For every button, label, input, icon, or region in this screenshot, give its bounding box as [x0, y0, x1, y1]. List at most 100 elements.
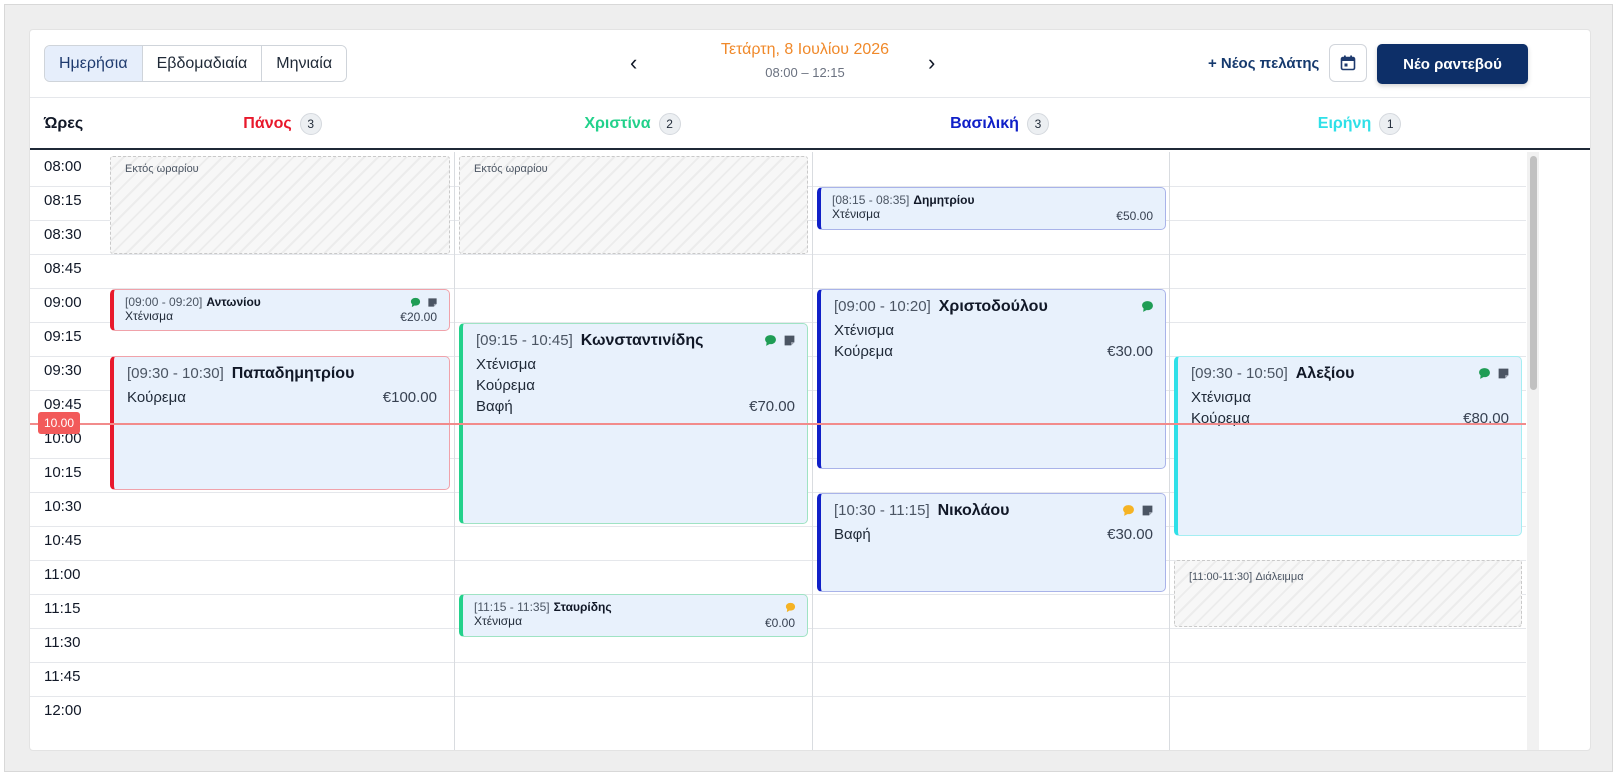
time-label: 12:00 [44, 702, 82, 719]
staff-header-xristina[interactable]: Χριστίνα 2 [454, 98, 811, 150]
chat-icon[interactable] [785, 602, 796, 613]
appointment-icons [1478, 367, 1510, 380]
appointment-card[interactable]: [10:30 - 11:15] Νικολάου Βαφή €30.00 [817, 493, 1166, 592]
appointment-icons [1122, 504, 1154, 517]
column-divider [454, 152, 455, 750]
appointment-time: [11:15 - 11:35] [474, 600, 550, 614]
chat-icon[interactable] [1478, 367, 1491, 380]
appointment-service: Κούρεμα [476, 377, 535, 394]
appointment-price: €20.00 [400, 310, 437, 324]
time-label: 09:15 [44, 328, 82, 345]
off-hours-label: Εκτός ωραρίου [474, 163, 548, 175]
appointment-count-badge: 1 [1379, 113, 1402, 135]
chat-icon[interactable] [1141, 300, 1154, 313]
break-label: [11:00-11:30] Διάλειμμα [1189, 569, 1304, 583]
appointment-time: [09:30 - 10:50] [1191, 365, 1288, 382]
staff-name: Ειρήνη [1317, 115, 1372, 132]
off-hours-block: Εκτός ωραρίου [459, 156, 808, 254]
appointment-time: [09:30 - 10:30] [127, 365, 224, 382]
appointment-service: Χτένισμα [834, 322, 895, 339]
column-divider [1169, 152, 1170, 750]
appointment-icons [764, 334, 796, 347]
time-label: 11:30 [44, 634, 81, 651]
time-label: 08:30 [44, 226, 82, 243]
appointment-price: €50.00 [1116, 209, 1153, 223]
time-label: 08:15 [44, 192, 82, 209]
appointment-card[interactable]: [09:00 - 10:20] Χριστοδούλου Χτένισμα Κού… [817, 289, 1166, 469]
time-label: 10:45 [44, 532, 82, 549]
break-block[interactable]: [11:00-11:30] Διάλειμμα [1174, 560, 1522, 627]
view-switcher: Ημερήσια Εβδομαδιαία Μηνιαία [44, 45, 348, 82]
appointment-card[interactable]: [09:00 - 09:20] Αντωνίου Χτένισμα €20.00 [110, 289, 450, 331]
appointment-client: Σταυρίδης [553, 600, 612, 614]
next-day-button[interactable]: › [928, 52, 935, 74]
appointment-price: €100.00 [382, 389, 437, 406]
appointment-service: Χτένισμα [832, 207, 881, 221]
date-range: 08:00 – 12:15 [765, 65, 845, 80]
day-grid: 08:00 08:15 08:30 08:45 09:00 09:15 09:30 09:45… [30, 152, 1590, 750]
staff-header-eirini[interactable]: Ειρήνη 1 [1181, 98, 1538, 150]
calendar-panel: Ημερήσια Εβδομαδιαία Μηνιαία ‹ Τετάρτη, … [29, 29, 1591, 751]
appointment-service: Κούρεμα [834, 343, 893, 360]
time-label: 11:45 [44, 668, 81, 685]
appointment-service: Χτένισμα [474, 614, 523, 628]
appointment-count-badge: 3 [299, 113, 322, 135]
appointment-service: Βαφή [834, 526, 871, 543]
appointment-card[interactable]: [08:15 - 08:35] Δημητρίου Χτένισμα €50.00 [817, 187, 1166, 230]
note-icon[interactable] [1497, 367, 1510, 380]
appointment-card[interactable]: [09:30 - 10:50] Αλεξίου Χτένισμα Κούρεμα … [1174, 356, 1522, 536]
note-icon[interactable] [427, 297, 438, 308]
date-picker-button[interactable] [1329, 44, 1367, 82]
appointment-price: €0.00 [764, 616, 795, 630]
appointment-service: Χτένισμα [1191, 389, 1252, 406]
appointment-client: Κωνσταντινίδης [580, 332, 704, 349]
appointment-icons [410, 297, 438, 308]
appointment-price: €70.00 [749, 398, 795, 415]
appointment-service: Χτένισμα [476, 356, 537, 373]
calendar-toolbar: Ημερήσια Εβδομαδιαία Μηνιαία ‹ Τετάρτη, … [30, 30, 1590, 98]
chat-icon[interactable] [1122, 504, 1135, 517]
chat-icon[interactable] [764, 334, 777, 347]
slot-gridline [30, 662, 1526, 663]
staff-name: Χριστίνα [584, 115, 651, 132]
break-text: Διάλειμμα [1255, 571, 1304, 583]
staff-header-row: Ώρες Πάνος 3 Χριστίνα 2 Βασιλική 3 Ειρήν… [30, 98, 1590, 150]
view-day-button[interactable]: Ημερήσια [45, 46, 143, 81]
prev-day-button[interactable]: ‹ [630, 52, 637, 74]
appointment-time: [08:15 - 08:35] [832, 193, 910, 207]
off-hours-block: Εκτός ωραρίου [110, 156, 450, 254]
break-time: [11:00-11:30] [1189, 571, 1253, 583]
time-label: 08:00 [44, 158, 82, 175]
staff-header-panos[interactable]: Πάνος 3 [104, 98, 461, 150]
appointment-icons [785, 602, 796, 613]
appointment-count-badge: 2 [658, 113, 681, 135]
scrollbar-thumb[interactable] [1530, 156, 1537, 390]
current-time-line [30, 423, 1526, 425]
appointment-price: €30.00 [1107, 343, 1153, 360]
slot-gridline [30, 696, 1526, 697]
appointment-service: Βαφή [476, 398, 513, 415]
appointment-time: [09:00 - 10:20] [834, 298, 931, 315]
appointment-count-badge: 3 [1026, 113, 1049, 135]
appointment-service: Χτένισμα [125, 309, 174, 323]
appointment-client: Αντωνίου [206, 295, 261, 309]
staff-header-vasiliki[interactable]: Βασιλική 3 [821, 98, 1178, 150]
appointment-time: [09:00 - 09:20] [125, 295, 203, 309]
view-month-button[interactable]: Μηνιαία [262, 46, 347, 81]
time-label: 09:30 [44, 362, 82, 379]
staff-name: Πάνος [243, 115, 292, 132]
new-appointment-button[interactable]: Νέο ραντεβού [1377, 44, 1528, 84]
appointment-client: Δημητρίου [913, 193, 975, 207]
hours-header: Ώρες [44, 115, 84, 132]
staff-name: Βασιλική [950, 115, 1019, 132]
note-icon[interactable] [1141, 504, 1154, 517]
current-time-badge: 10.00 [38, 412, 80, 434]
calendar-icon [1340, 55, 1356, 71]
appointment-card[interactable]: [11:15 - 11:35] Σταυρίδης Χτένισμα €0.00 [459, 594, 808, 637]
new-client-button[interactable]: + Νέος πελάτης [1208, 55, 1319, 72]
note-icon[interactable] [783, 334, 796, 347]
chat-icon[interactable] [410, 297, 421, 308]
appointment-price: €30.00 [1107, 526, 1153, 543]
view-week-button[interactable]: Εβδομαδιαία [142, 46, 263, 81]
date-title: Τετάρτη, 8 Ιουλίου 2026 [720, 41, 890, 58]
